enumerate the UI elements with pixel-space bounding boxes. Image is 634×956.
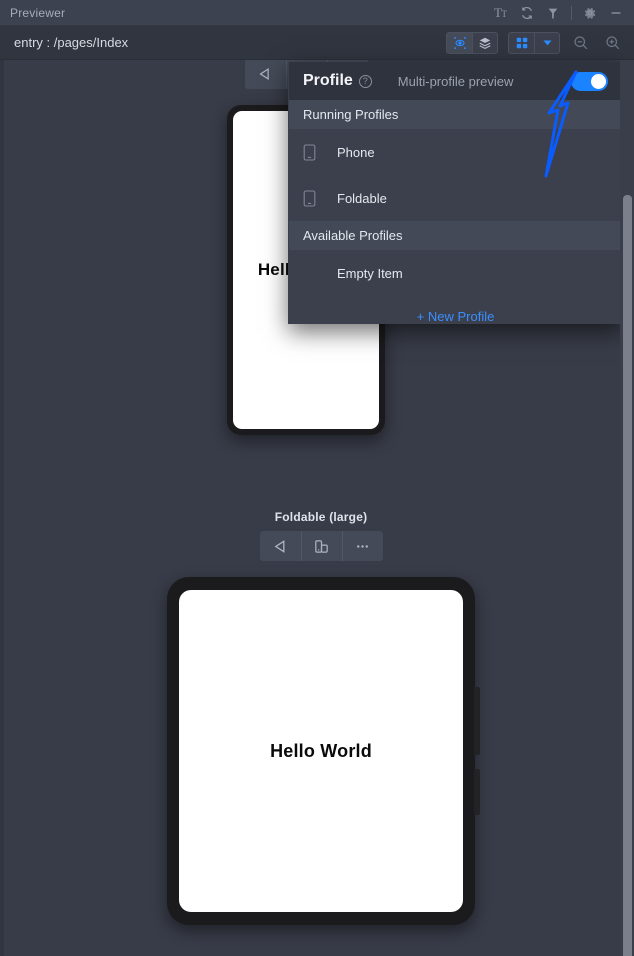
- path-bar: entry : /pages/Index: [0, 26, 634, 60]
- font-size-icon[interactable]: T T: [489, 1, 513, 25]
- title-bar-icons: T T: [489, 0, 634, 26]
- zoom-out-icon[interactable]: [570, 32, 592, 54]
- device-side-button: [474, 769, 480, 815]
- foldable-device-frame: Hello World: [167, 577, 480, 925]
- toolbar-divider: [571, 5, 572, 20]
- svg-text:T: T: [501, 9, 507, 19]
- device-side-button: [474, 687, 480, 755]
- fold-icon[interactable]: [300, 531, 342, 561]
- vertical-scrollbar-thumb[interactable]: [623, 195, 632, 956]
- profile-item-empty[interactable]: Empty Item: [289, 250, 622, 296]
- inspect-eye-icon[interactable]: [447, 32, 472, 53]
- phone-icon: [303, 189, 327, 207]
- refresh-icon[interactable]: [515, 1, 539, 25]
- inspect-layer-segmented-control: [446, 31, 498, 54]
- multi-profile-preview-toggle[interactable]: [571, 71, 608, 91]
- section-header-available-profiles: Available Profiles: [289, 221, 622, 250]
- layers-icon[interactable]: [472, 32, 497, 53]
- previewer-window: Previewer T T entry: /pages/Index Hello…: [0, 0, 634, 956]
- device-preview-foldable: Foldable (large) Hello World: [167, 510, 480, 925]
- zoom-in-icon[interactable]: [602, 32, 624, 54]
- profile-panel-header: Profile ? Multi-profile preview: [289, 62, 622, 100]
- section-header-running-profiles: Running Profiles: [289, 100, 622, 129]
- title-bar: Previewer T T: [0, 0, 634, 26]
- vertical-scrollbar-track[interactable]: [620, 60, 634, 956]
- path-bar-controls: [446, 31, 634, 54]
- phone-icon: [303, 143, 327, 161]
- plug-icon[interactable]: [541, 1, 565, 25]
- new-profile-button[interactable]: + New Profile: [289, 296, 622, 336]
- more-icon[interactable]: [341, 531, 383, 561]
- multi-profile-preview-label: Multi-profile preview: [397, 73, 514, 89]
- rotate-icon[interactable]: [260, 531, 301, 561]
- profile-item-label: Empty Item: [337, 265, 403, 281]
- screen-text: Hello World: [270, 740, 372, 761]
- grid-icon[interactable]: [509, 33, 534, 53]
- window-title: Previewer: [10, 5, 66, 20]
- settings-gear-icon[interactable]: [578, 1, 602, 25]
- foldable-screen[interactable]: Hello World: [179, 590, 463, 912]
- chevron-down-icon[interactable]: [534, 32, 559, 53]
- rotate-icon[interactable]: [245, 60, 286, 89]
- profile-item-label: Phone: [337, 144, 375, 160]
- device-toolbar: [259, 531, 383, 561]
- entry-path-label: entry : /pages/Index: [14, 35, 129, 50]
- layout-mode-control: [508, 31, 560, 54]
- minimize-icon[interactable]: [604, 1, 628, 25]
- toggle-knob: [591, 73, 606, 89]
- device-label: Foldable (large): [274, 510, 368, 524]
- help-icon[interactable]: ?: [358, 74, 372, 88]
- profile-dropdown-panel: Profile ? Multi-profile preview Running …: [288, 62, 623, 324]
- profile-item-foldable[interactable]: Foldable: [289, 175, 622, 221]
- profile-item-label: Foldable: [337, 190, 387, 206]
- profile-item-phone[interactable]: Phone: [289, 129, 622, 175]
- profile-panel-title: Profile: [303, 72, 353, 89]
